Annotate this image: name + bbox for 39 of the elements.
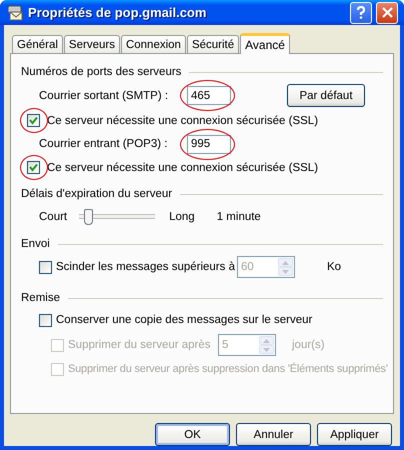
close-button[interactable] [376, 2, 398, 24]
tab[interactable]: Avancé [240, 33, 290, 54]
checkbox-label: Ce serveur nécessite une connexion sécurisée (SSL) [47, 114, 318, 126]
dialog-button[interactable]: OK [155, 423, 230, 446]
tab[interactable]: Général [12, 35, 63, 53]
dialog-button[interactable]: Annuler [236, 423, 311, 446]
section-heading: Envoi [21, 238, 50, 250]
port-field[interactable]: 995 [187, 134, 231, 154]
close-icon [382, 7, 392, 18]
checkbox[interactable] [27, 161, 40, 174]
tab[interactable]: Sécurité [186, 35, 240, 53]
section-heading: Délais d'expiration du serveur [21, 188, 172, 200]
checkbox-label: Scinder les messages supérieurs à [56, 261, 236, 273]
checkbox[interactable] [39, 314, 52, 326]
mail-server-icon [6, 4, 24, 20]
unit-label: Ko [327, 261, 342, 273]
unit-label: jour(s) [292, 339, 325, 351]
section-heading: Numéros de ports des serveurs [21, 66, 182, 78]
dialog-button[interactable]: Appliquer [317, 423, 392, 446]
checkbox[interactable] [27, 114, 40, 127]
slider-label: Court [39, 211, 68, 223]
field-label: Courrier entrant (POP3) : [39, 138, 168, 150]
slider-label: Long [169, 211, 195, 223]
tab[interactable]: Serveurs [64, 35, 120, 53]
checkbox[interactable] [39, 260, 52, 274]
checkbox-label: Supprimer du serveur après suppression dans 'Éléments supprimés' [68, 363, 388, 375]
timeout-reading: 1 minute [216, 211, 261, 223]
tab[interactable]: Connexion [120, 35, 186, 53]
checkbox-label: Conserver une copie des messages sur le serveur [56, 314, 312, 326]
slider-thumb[interactable] [84, 209, 94, 225]
port-field[interactable]: 465 [187, 86, 231, 105]
section-heading: Remise [21, 292, 60, 304]
checkbox-label: Ce serveur nécessite une connexion sécurisée (SSL) [47, 162, 318, 174]
field-label: Courrier sortant (SMTP) : [39, 90, 170, 102]
help-icon [356, 6, 366, 19]
window-title: Propriétés de pop.gmail.com [28, 5, 208, 20]
default-button[interactable]: Par défaut [287, 84, 365, 107]
help-button[interactable] [350, 2, 372, 24]
checkbox-label: Supprimer du serveur après [68, 339, 212, 351]
